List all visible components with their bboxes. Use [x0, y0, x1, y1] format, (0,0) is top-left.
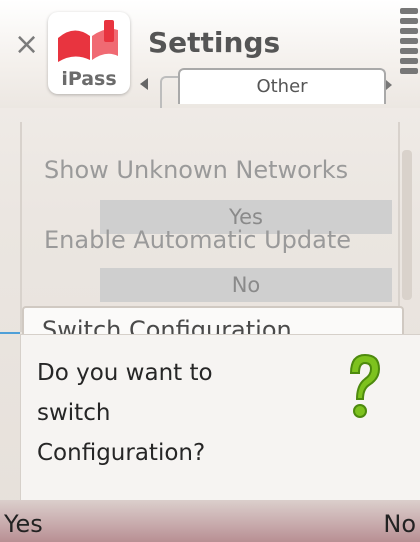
- app-screen: × iPass Settings Other Show Unknown Netw…: [0, 0, 420, 542]
- dialog-line-3: Configuration?: [37, 440, 206, 466]
- tab-right-arrow-icon[interactable]: [386, 80, 392, 90]
- focus-line: [0, 332, 20, 334]
- ipass-logo: iPass: [48, 12, 130, 94]
- setting-item-switch-configuration[interactable]: Switch Configuration: [22, 306, 404, 336]
- confirmation-dialog: Do you want to switch Configuration?: [20, 334, 420, 502]
- yes-softkey-button[interactable]: Yes: [4, 510, 43, 538]
- tab-other[interactable]: Other: [178, 68, 386, 104]
- setting-label-switch-configuration: Switch Configuration: [42, 316, 292, 336]
- softkey-bar: Yes No: [0, 500, 420, 542]
- scrollbar[interactable]: [402, 150, 412, 300]
- header: × iPass Settings Other: [0, 0, 420, 108]
- page-title: Settings: [148, 26, 281, 59]
- dialog-line-1: Do you want to: [37, 360, 213, 386]
- question-mark-icon: [349, 353, 381, 418]
- dialog-message: Do you want to switch Configuration?: [37, 353, 327, 473]
- logo-text: iPass: [61, 68, 117, 90]
- setting-label-show-unknown-networks: Show Unknown Networks: [44, 156, 349, 184]
- setting-value-enable-automatic-update[interactable]: No: [100, 268, 392, 302]
- no-softkey-button[interactable]: No: [383, 510, 416, 538]
- ipass-logo-mark-icon: [58, 20, 118, 62]
- dialog-line-2: switch: [37, 400, 111, 426]
- setting-label-enable-automatic-update: Enable Automatic Update: [44, 226, 352, 254]
- battery-indicator-icon: [400, 8, 418, 88]
- close-icon[interactable]: ×: [14, 30, 39, 60]
- tab-left-arrow-icon[interactable]: [140, 78, 148, 90]
